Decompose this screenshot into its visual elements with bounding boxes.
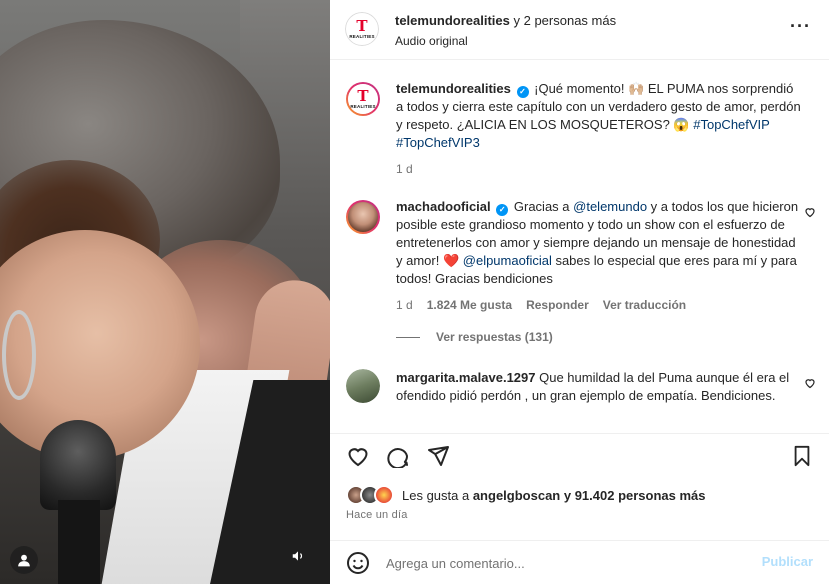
share-button[interactable] [424, 442, 452, 470]
post-detail-panel: T REALITIES telemundorealities y 2 perso… [330, 0, 829, 584]
view-replies-button[interactable]: Ver respuestas (131) [396, 330, 816, 344]
mention-link[interactable]: @telemundo [573, 199, 647, 214]
video-mic-shape [40, 420, 116, 510]
likes-suffix[interactable]: y 91.402 personas más [560, 488, 706, 503]
video-earring-shape [2, 310, 36, 400]
video-mic-handle-shape [58, 500, 100, 584]
caption-username[interactable]: telemundorealities [396, 81, 511, 96]
emoji-icon [347, 552, 369, 574]
like-comment-button[interactable] [804, 206, 816, 221]
comment-body: margarita.malave.1297 Que humildad la de… [396, 369, 801, 405]
heart-icon [348, 448, 368, 467]
user-icon [18, 554, 30, 567]
liker-avatar [374, 485, 394, 505]
replies-divider [396, 336, 420, 338]
mute-button[interactable] [284, 542, 312, 570]
comment-meta: 1 d 1.824 Me gusta Responder Ver traducc… [396, 298, 816, 312]
comments-list: T REALITIES telemundorealities ✓ ¡Qué mo… [330, 61, 829, 433]
comment-avatar[interactable] [346, 369, 380, 403]
comment-avatar[interactable] [346, 200, 380, 234]
likes-prefix: Les gusta a [402, 487, 473, 503]
comment-time: 1 d [396, 298, 413, 312]
caption-body: telemundorealities ✓ ¡Qué momento! 🙌🏼 EL… [396, 80, 801, 152]
verified-badge-icon: ✓ [496, 204, 509, 216]
audio-label[interactable]: Audio original [395, 34, 468, 48]
comment-username[interactable]: margarita.malave.1297 [396, 370, 535, 385]
header-collaborators[interactable]: y 2 personas más [514, 13, 617, 28]
emoji-button[interactable] [346, 551, 370, 578]
add-comment-bar: Publicar [330, 540, 829, 584]
comment: machadooficial ✓ Gracias a @telemundo y … [346, 198, 816, 344]
comment-username[interactable]: machadooficial [396, 199, 491, 214]
liker-username[interactable]: angelgboscan [473, 488, 560, 503]
paper-plane-icon [428, 446, 449, 466]
post-video[interactable] [0, 0, 330, 584]
reply-button[interactable]: Responder [526, 298, 589, 312]
likes-summary: Les gusta a angelgboscan y 91.402 person… [346, 484, 706, 506]
mention-link[interactable]: @elpumaoficial [463, 253, 552, 268]
caption: T REALITIES telemundorealities ✓ ¡Qué mo… [346, 80, 816, 176]
verified-badge-icon: ✓ [516, 86, 529, 98]
comment: margarita.malave.1297 Que humildad la de… [346, 369, 816, 405]
header-username[interactable]: telemundorealities [395, 13, 510, 28]
bookmark-icon [794, 445, 810, 467]
caption-avatar[interactable]: T REALITIES [346, 82, 380, 116]
like-button[interactable] [344, 442, 372, 470]
translate-button[interactable]: Ver traducción [603, 298, 686, 312]
comment-bubble-icon [387, 448, 408, 468]
comment-body: machadooficial ✓ Gracias a @telemundo y … [396, 198, 801, 288]
header-author: telemundorealities y 2 personas más [395, 13, 616, 28]
like-comment-button[interactable] [804, 377, 816, 392]
telemundo-logo: T REALITIES [345, 12, 379, 46]
telemundo-logo: T REALITIES [348, 84, 378, 114]
post-actions: Les gusta a angelgboscan y 91.402 person… [330, 433, 829, 583]
view-replies-label: Ver respuestas (131) [436, 330, 553, 344]
heart-outline-icon [805, 208, 815, 218]
more-dots-icon[interactable]: ··· [790, 17, 811, 35]
save-button[interactable] [788, 442, 816, 470]
caption-meta: 1 d [396, 162, 816, 176]
comment-text: Gracias a [513, 199, 574, 214]
post-header: T REALITIES telemundorealities y 2 perso… [330, 0, 829, 60]
comment-button[interactable] [384, 442, 412, 470]
post-time: Hace un día [346, 509, 408, 521]
publish-button[interactable]: Publicar [762, 554, 813, 569]
heart-outline-icon [805, 379, 815, 389]
comment-likes[interactable]: 1.824 Me gusta [427, 298, 512, 312]
comment-input[interactable] [386, 551, 746, 575]
tagged-users-button[interactable] [10, 546, 38, 574]
author-avatar[interactable]: T REALITIES [345, 12, 379, 46]
likes-count[interactable]: Les gusta a angelgboscan y 91.402 person… [402, 488, 706, 503]
speaker-icon [292, 551, 303, 561]
caption-time: 1 d [396, 162, 413, 176]
